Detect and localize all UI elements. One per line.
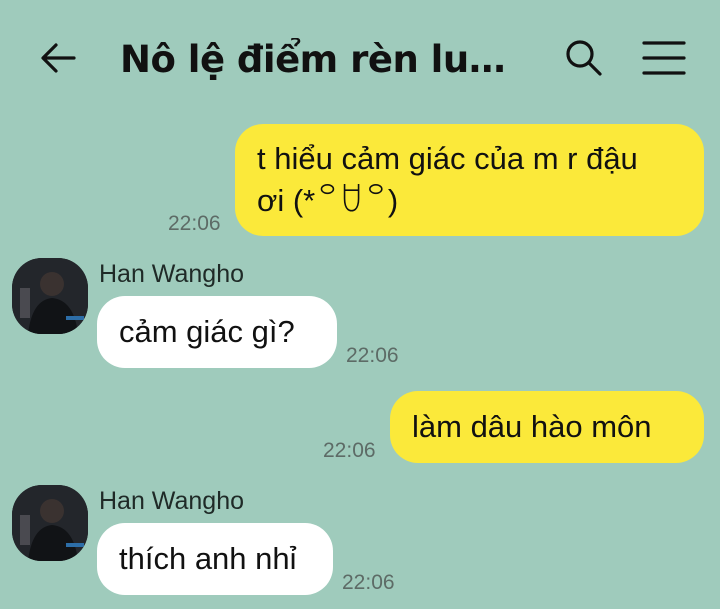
- message-time: 22:06: [342, 571, 395, 594]
- search-icon: [566, 40, 602, 76]
- message-time: 22:06: [168, 212, 221, 235]
- hamburger-menu-icon: [642, 41, 686, 75]
- search-button[interactable]: [562, 36, 606, 80]
- message-text-line: t hiểu cảm giác của m r đậu: [257, 141, 638, 176]
- avatar[interactable]: [12, 485, 88, 561]
- arrow-left-icon: [41, 43, 76, 73]
- avatar[interactable]: [12, 258, 88, 334]
- own-message-bubble[interactable]: làm dâu hào môn: [390, 391, 704, 463]
- message-time: 22:06: [346, 344, 399, 367]
- incoming-message-bubble[interactable]: cảm giác gì?: [97, 296, 337, 368]
- own-message-bubble[interactable]: t hiểu cảm giác của m r đậu ơi (*꒪ꇴ꒪): [235, 124, 704, 236]
- sender-name: Han Wangho: [99, 487, 244, 515]
- sender-name: Han Wangho: [99, 260, 244, 288]
- message-text-line: ơi (*꒪ꇴ꒪): [257, 183, 399, 218]
- avatar-photo: [12, 485, 88, 561]
- message-text: cảm giác gì?: [119, 314, 295, 349]
- back-button[interactable]: [36, 36, 80, 80]
- chat-header: Nô lệ điểm rèn luyệ...: [0, 0, 720, 118]
- chat-title: Nô lệ điểm rèn luyệ...: [120, 38, 520, 81]
- menu-button[interactable]: [640, 36, 688, 80]
- message-time: 22:06: [323, 439, 376, 462]
- message-text: làm dâu hào môn: [412, 409, 652, 444]
- message-text: thích anh nhỉ: [119, 541, 297, 576]
- incoming-message-bubble[interactable]: thích anh nhỉ: [97, 523, 333, 595]
- avatar-photo: [12, 258, 88, 334]
